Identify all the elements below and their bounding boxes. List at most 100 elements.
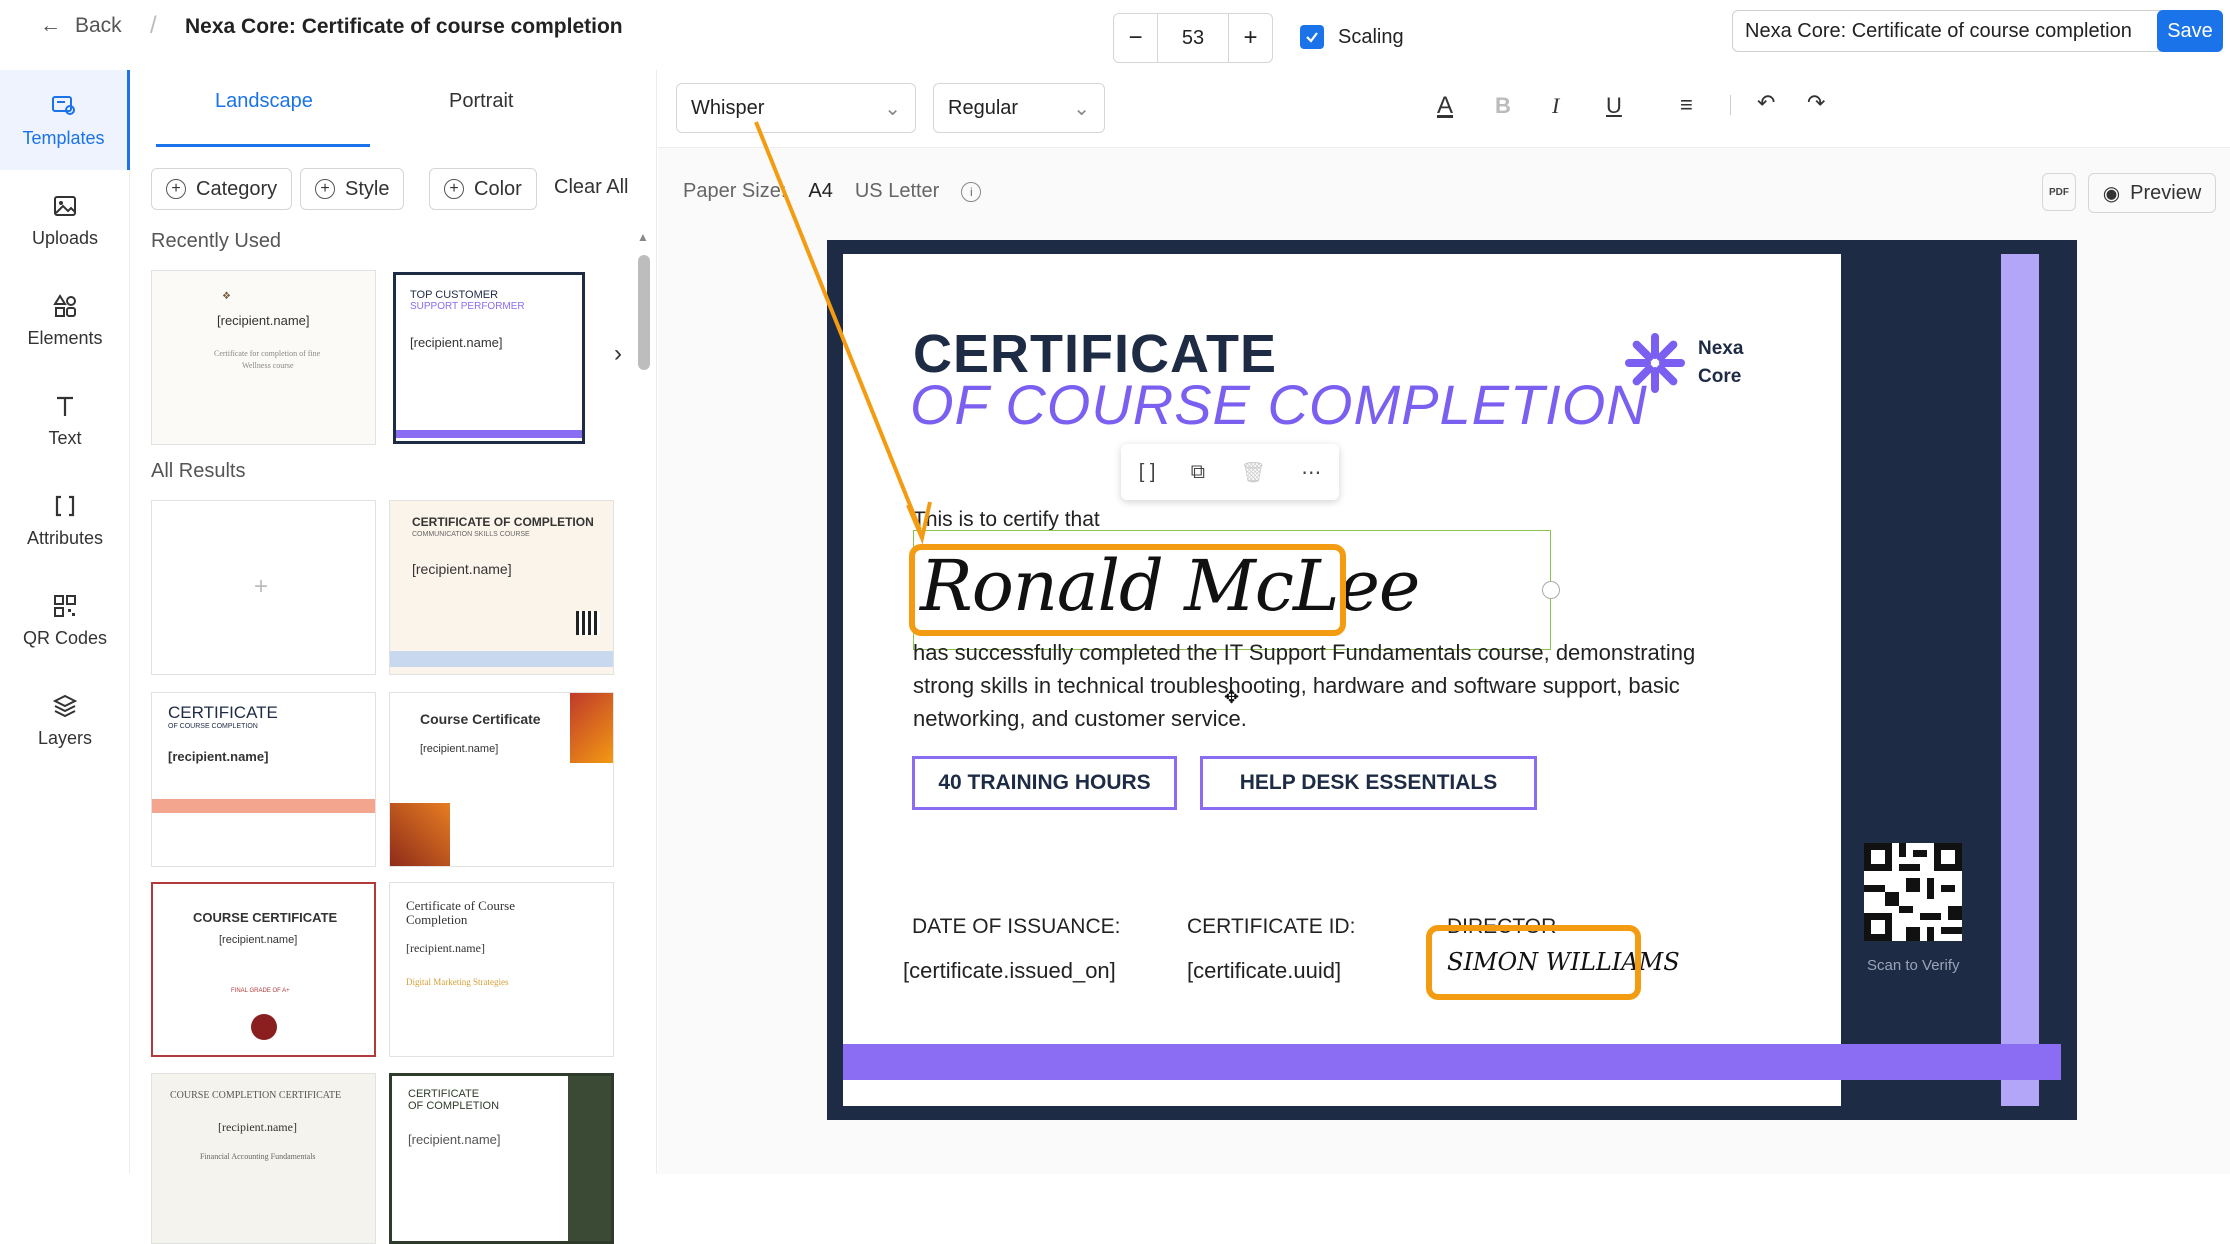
rail-item-attributes[interactable]: Attributes xyxy=(0,470,130,570)
redo-icon[interactable]: ↷ xyxy=(1807,90,1825,116)
undo-icon[interactable]: ↶ xyxy=(1757,90,1775,116)
underline-icon[interactable]: U xyxy=(1606,93,1622,119)
filter-category-button[interactable]: + Category xyxy=(151,168,293,210)
all-results-heading: All Results xyxy=(151,460,246,482)
logo-mark-icon xyxy=(1625,333,1685,393)
preview-button[interactable]: ◉ Preview xyxy=(2088,173,2216,213)
seal-icon: ❖ xyxy=(222,291,231,302)
rail-item-elements[interactable]: Elements xyxy=(0,270,130,370)
resize-handle[interactable] xyxy=(1542,581,1560,599)
certificate-body[interactable]: has successfully completed the IT Suppor… xyxy=(913,636,1753,735)
decor-pattern xyxy=(390,803,450,866)
active-tab-indicator xyxy=(156,144,370,147)
rail-item-uploads[interactable]: Uploads xyxy=(0,170,130,270)
template-thumbnail[interactable]: Course Certificate [recipient.name] xyxy=(389,692,614,867)
seal-icon xyxy=(251,1014,277,1040)
rail-item-qr-codes[interactable]: QR Codes xyxy=(0,570,130,670)
font-family-select[interactable]: Whisper ⌄ xyxy=(676,83,916,133)
thumb-name: [recipient.name] xyxy=(408,1132,501,1147)
template-thumbnail[interactable]: TOP CUSTOMER SUPPORT PERFORMER [recipien… xyxy=(393,272,585,444)
thumb-band xyxy=(390,651,613,667)
logo-line: Core xyxy=(1698,366,1742,387)
paper-option-us-letter[interactable]: US Letter xyxy=(855,180,939,203)
duplicate-icon[interactable]: ⧉ xyxy=(1191,461,1205,484)
scrollbar[interactable] xyxy=(638,255,650,370)
date-value[interactable]: [certificate.issued_on] xyxy=(903,958,1116,984)
thumb-title: Certificate of Course Completion xyxy=(406,898,516,927)
font-size-value[interactable]: 53 xyxy=(1158,14,1228,62)
chevron-right-icon[interactable]: › xyxy=(614,340,622,368)
scaling-toggle[interactable]: Scaling xyxy=(1300,25,1404,49)
pdf-export-button[interactable]: PDF xyxy=(2042,173,2076,211)
clear-all-button[interactable]: Clear All xyxy=(554,176,628,199)
minus-icon[interactable]: − xyxy=(1114,14,1158,62)
left-rail: Templates Uploads Elements Text Attribut… xyxy=(0,70,130,1174)
template-thumbnail[interactable]: ❖ [recipient.name] Certificate for compl… xyxy=(151,270,376,445)
rail-item-layers[interactable]: Layers xyxy=(0,670,130,770)
back-button[interactable]: ← Back xyxy=(40,14,122,38)
info-icon[interactable]: i xyxy=(961,181,982,202)
template-thumbnail[interactable]: CERTIFICATE OF COMPLETION [recipient.nam… xyxy=(389,1073,614,1244)
checkbox-checked-icon[interactable] xyxy=(1300,25,1324,49)
rail-item-text[interactable]: Text xyxy=(0,370,130,470)
trash-icon[interactable]: 🗑 xyxy=(1240,460,1265,485)
template-thumbnail[interactable]: CERTIFICATE OF COURSE COMPLETION [recipi… xyxy=(151,692,376,867)
thumb-title: CERTIFICATE xyxy=(408,1088,480,1100)
nexa-core-logo[interactable]: Nexa Core xyxy=(1622,330,1743,396)
qr-icon xyxy=(1864,843,1962,941)
text-color-icon[interactable]: A xyxy=(1437,92,1453,120)
italic-icon[interactable]: I xyxy=(1552,93,1559,119)
filter-color-button[interactable]: + Color xyxy=(429,168,537,210)
toolbar-divider xyxy=(1730,95,1731,115)
bold-icon[interactable]: B xyxy=(1495,93,1511,119)
scaling-label: Scaling xyxy=(1338,25,1404,48)
thumb-name: [recipient.name] xyxy=(406,941,485,955)
tab-portrait[interactable]: Portrait xyxy=(449,90,513,113)
thumb-course: Financial Accounting Fundamentals xyxy=(200,1152,316,1161)
align-icon[interactable]: ≡ xyxy=(1680,92,1693,118)
thumb-title: CERTIFICATE OF COMPLETION xyxy=(412,515,594,529)
element-mini-toolbar: [ ] ⧉ 🗑 ⋯ xyxy=(1121,444,1339,500)
rail-label: Elements xyxy=(27,327,103,348)
font-weight-select[interactable]: Regular ⌄ xyxy=(933,83,1105,133)
thumb-course: Digital Marketing Strategies xyxy=(406,977,509,987)
template-thumbnail[interactable]: CERTIFICATE OF COMPLETION COMMUNICATION … xyxy=(389,500,614,675)
tab-landscape[interactable]: Landscape xyxy=(215,90,313,113)
rail-label: Templates xyxy=(22,127,105,148)
back-label: Back xyxy=(75,14,122,37)
filter-style-button[interactable]: + Style xyxy=(300,168,405,210)
blank-template[interactable]: + xyxy=(151,500,376,675)
template-thumbnail[interactable]: COURSE CERTIFICATE [recipient.name] FINA… xyxy=(151,882,376,1057)
save-button[interactable]: Save xyxy=(2157,10,2223,52)
certificate-id-label[interactable]: CERTIFICATE ID: xyxy=(1187,915,1355,939)
thumb-subtitle: SUPPORT PERFORMER xyxy=(410,301,525,312)
arrow-left-icon: ← xyxy=(40,14,61,37)
rail-label: Text xyxy=(48,427,82,448)
paper-option-a4[interactable]: A4 xyxy=(808,180,832,203)
template-panel: Landscape Portrait + Category + Style + Col… xyxy=(131,70,657,1244)
certificate-bottom-band xyxy=(843,1044,2061,1080)
certificate-id-value[interactable]: [certificate.uuid] xyxy=(1187,958,1341,984)
template-thumbnail[interactable]: COURSE COMPLETION CERTIFICATE [recipient… xyxy=(151,1073,376,1244)
page-title: Nexa Core: Certificate of course complet… xyxy=(185,15,623,38)
thumb-title: Course Certificate xyxy=(420,711,541,727)
certify-text[interactable]: This is to certify that xyxy=(913,508,1100,532)
certificate-subtitle[interactable]: OF COURSE COMPLETION xyxy=(910,372,1648,437)
title-input[interactable] xyxy=(1732,10,2181,52)
date-label[interactable]: DATE OF ISSUANCE: xyxy=(912,915,1120,939)
preview-label: Preview xyxy=(2130,181,2202,204)
select-value: Whisper xyxy=(691,96,765,119)
certificate-stripe xyxy=(2001,254,2039,1106)
paper-size-label: Paper Size: xyxy=(683,180,787,202)
badge-training-hours[interactable]: 40 TRAINING HOURS xyxy=(912,756,1177,810)
rail-item-templates[interactable]: Templates xyxy=(0,70,130,170)
badge-help-desk[interactable]: HELP DESK ESSENTIALS xyxy=(1200,756,1537,810)
scroll-up-icon[interactable]: ▲ xyxy=(637,230,649,244)
qr-code[interactable] xyxy=(1864,843,1962,941)
brackets-icon[interactable]: [ ] xyxy=(1139,461,1156,484)
thumb-title: TOP CUSTOMER xyxy=(410,289,499,301)
plus-icon[interactable]: + xyxy=(1228,14,1272,62)
template-thumbnail[interactable]: Certificate of Course Completion [recipi… xyxy=(389,882,614,1057)
recently-used-heading: Recently Used xyxy=(151,230,282,252)
more-icon[interactable]: ⋯ xyxy=(1301,460,1321,485)
